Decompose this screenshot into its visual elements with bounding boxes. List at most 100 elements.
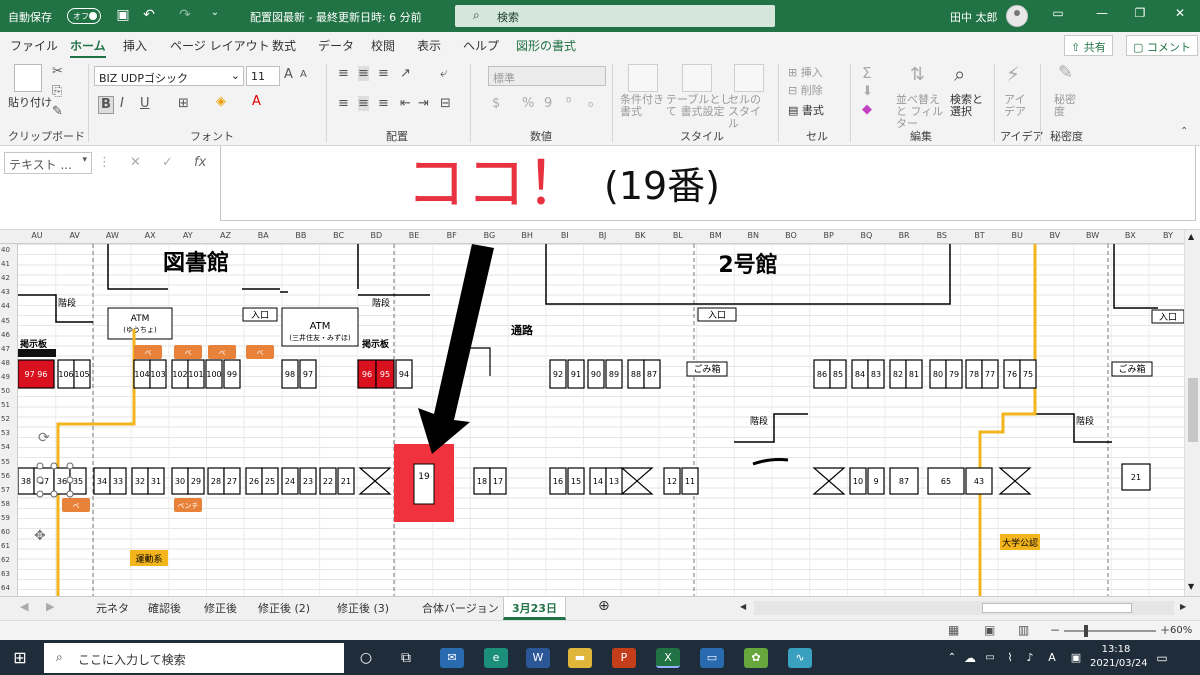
app-icon[interactable]: ∿ bbox=[788, 648, 812, 668]
paste-button[interactable]: 貼り付け bbox=[8, 94, 52, 110]
tab-review[interactable]: 校閲 bbox=[371, 37, 395, 54]
horizontal-scrollbar[interactable] bbox=[754, 601, 1174, 615]
row-header[interactable]: 47 bbox=[1, 345, 10, 353]
cell-styles-button[interactable]: セルの スタイル bbox=[728, 94, 768, 130]
powerpoint-icon[interactable]: P bbox=[612, 648, 636, 668]
tab-shape-format[interactable]: 図形の書式 bbox=[516, 37, 576, 54]
zoom-out-icon[interactable]: − bbox=[1050, 623, 1060, 637]
indent-increase-icon[interactable]: ⇥ bbox=[418, 96, 429, 111]
avatar[interactable] bbox=[1006, 5, 1028, 27]
column-header[interactable]: BD bbox=[357, 231, 395, 240]
find-select-icon[interactable]: ⌕ bbox=[954, 62, 965, 86]
column-header[interactable]: AU bbox=[18, 231, 56, 240]
mail-icon[interactable]: ✉ bbox=[440, 648, 464, 668]
indent-decrease-icon[interactable]: ⇤ bbox=[400, 96, 411, 111]
search-box[interactable]: ⌕ 検索 bbox=[455, 5, 775, 27]
column-header[interactable]: BY bbox=[1149, 231, 1187, 240]
enter-icon[interactable]: ✓ bbox=[162, 155, 173, 170]
column-header[interactable]: AZ bbox=[207, 231, 245, 240]
row-header[interactable]: 50 bbox=[1, 387, 10, 395]
column-header[interactable]: BL bbox=[659, 231, 697, 240]
comment-button[interactable]: ▢ コメント bbox=[1126, 35, 1198, 56]
sensitivity-icon[interactable]: ✎ bbox=[1058, 62, 1073, 83]
ideas-icon[interactable]: ⚡ bbox=[1006, 62, 1020, 86]
paste-icon[interactable] bbox=[14, 64, 42, 92]
row-header[interactable]: 48 bbox=[1, 359, 10, 367]
name-box[interactable]: テキスト ... ▾ bbox=[4, 152, 92, 174]
excel-icon[interactable]: X bbox=[656, 648, 680, 668]
volume-icon[interactable]: ♪ bbox=[1018, 648, 1042, 668]
tab-formulas[interactable]: 数式 bbox=[272, 37, 296, 54]
font-color-icon[interactable]: A bbox=[252, 94, 261, 109]
tab-view[interactable]: 表示 bbox=[417, 37, 441, 54]
sensitivity-button[interactable]: 秘密度 bbox=[1054, 94, 1082, 118]
restore-icon[interactable]: ❐ bbox=[1130, 6, 1150, 24]
currency-icon[interactable]: $ bbox=[492, 96, 500, 111]
clear-icon[interactable]: ◆ bbox=[862, 102, 872, 117]
scroll-down-icon[interactable]: ▼ bbox=[1188, 582, 1194, 591]
wrap-text-icon[interactable]: ⤶ bbox=[440, 66, 447, 81]
column-header[interactable]: BX bbox=[1111, 231, 1149, 240]
name-box-resize-icon[interactable]: ⋮ bbox=[98, 155, 111, 170]
row-header[interactable]: 59 bbox=[1, 514, 10, 522]
row-header[interactable]: 57 bbox=[1, 486, 10, 494]
worksheet-grid[interactable]: 図書館 2号館 階段 階段 階段 階段 入口 入口 入口 ATM (ゆうちょ) … bbox=[18, 244, 1184, 596]
bold-button[interactable]: B bbox=[98, 96, 114, 114]
column-header[interactable]: BP bbox=[810, 231, 848, 240]
scroll-up-icon[interactable]: ▲ bbox=[1188, 232, 1194, 241]
column-header[interactable]: BN bbox=[734, 231, 772, 240]
increase-decimal-icon[interactable]: ⁰ bbox=[566, 96, 571, 111]
sort-filter-icon[interactable]: ⇅ bbox=[910, 64, 925, 85]
insert-cells-button[interactable]: ⊞ 挿入 bbox=[788, 64, 823, 80]
tab-insert[interactable]: 挿入 bbox=[123, 37, 147, 54]
column-header[interactable]: BS bbox=[923, 231, 961, 240]
rotate-handle-icon[interactable]: ⟳ bbox=[38, 430, 50, 446]
column-header[interactable]: BC bbox=[320, 231, 358, 240]
row-header[interactable]: 61 bbox=[1, 542, 10, 550]
autosum-icon[interactable]: Σ bbox=[862, 64, 871, 82]
number-format-select[interactable]: 標準 bbox=[488, 66, 606, 86]
sheet-tab[interactable]: 元ネタ bbox=[96, 600, 129, 616]
sheet-tab[interactable]: 修正後 (2) bbox=[258, 600, 310, 616]
windows-start-icon[interactable]: ⊞ bbox=[8, 648, 32, 668]
sort-filter-button[interactable]: 並べ替えと フィルター bbox=[896, 94, 946, 130]
tab-data[interactable]: データ bbox=[318, 37, 354, 54]
percent-icon[interactable]: % bbox=[522, 96, 534, 111]
undo-icon[interactable]: ↶ bbox=[140, 7, 158, 25]
sheet-tab[interactable]: 確認後 bbox=[148, 600, 181, 616]
zoom-level[interactable]: 60% bbox=[1170, 625, 1192, 636]
row-header[interactable]: 58 bbox=[1, 500, 10, 508]
row-header[interactable]: 63 bbox=[1, 570, 10, 578]
comma-icon[interactable]: 9 bbox=[544, 96, 552, 111]
tab-help[interactable]: ヘルプ bbox=[463, 37, 499, 54]
row-header[interactable]: 46 bbox=[1, 331, 10, 339]
ideas-button[interactable]: アイ デア bbox=[1004, 94, 1032, 118]
file-explorer-icon[interactable]: ▬ bbox=[568, 648, 592, 668]
taskbar-search[interactable]: ⌕ ここに入力して検索 bbox=[44, 643, 344, 673]
row-header[interactable]: 43 bbox=[1, 288, 10, 296]
sheet-tab[interactable]: 修正後 bbox=[204, 600, 237, 616]
sheet-tab[interactable]: 修正後 (3) bbox=[337, 600, 389, 616]
insert-function-icon[interactable]: fx bbox=[194, 155, 206, 170]
column-header[interactable]: BQ bbox=[847, 231, 885, 240]
sheet-tab-active[interactable]: 3月23日 bbox=[503, 597, 566, 620]
hscroll-thumb[interactable] bbox=[982, 603, 1132, 613]
column-header[interactable]: AW bbox=[93, 231, 131, 240]
column-header[interactable]: BO bbox=[772, 231, 810, 240]
border-icon[interactable]: ⊞ bbox=[178, 96, 189, 111]
cancel-icon[interactable]: ✕ bbox=[130, 155, 141, 170]
row-header[interactable]: 56 bbox=[1, 472, 10, 480]
decrease-decimal-icon[interactable]: ₀ bbox=[588, 96, 593, 111]
column-header[interactable]: BV bbox=[1036, 231, 1074, 240]
column-header[interactable]: BH bbox=[508, 231, 546, 240]
orientation-icon[interactable]: ↗ bbox=[400, 66, 411, 81]
align-right-icon[interactable]: ≡ bbox=[378, 96, 389, 111]
edge-icon[interactable]: e bbox=[484, 648, 508, 668]
fill-color-icon[interactable]: ◈ bbox=[216, 94, 226, 109]
zoom-slider-thumb[interactable] bbox=[1084, 625, 1088, 637]
align-bottom-icon[interactable]: ≡ bbox=[378, 66, 389, 81]
scroll-thumb[interactable] bbox=[1188, 378, 1198, 442]
format-cells-button[interactable]: ▤ 書式 bbox=[788, 102, 824, 118]
word-icon[interactable]: W bbox=[526, 648, 550, 668]
table-format-button[interactable]: テーブルとして 書式設定 bbox=[666, 94, 732, 118]
